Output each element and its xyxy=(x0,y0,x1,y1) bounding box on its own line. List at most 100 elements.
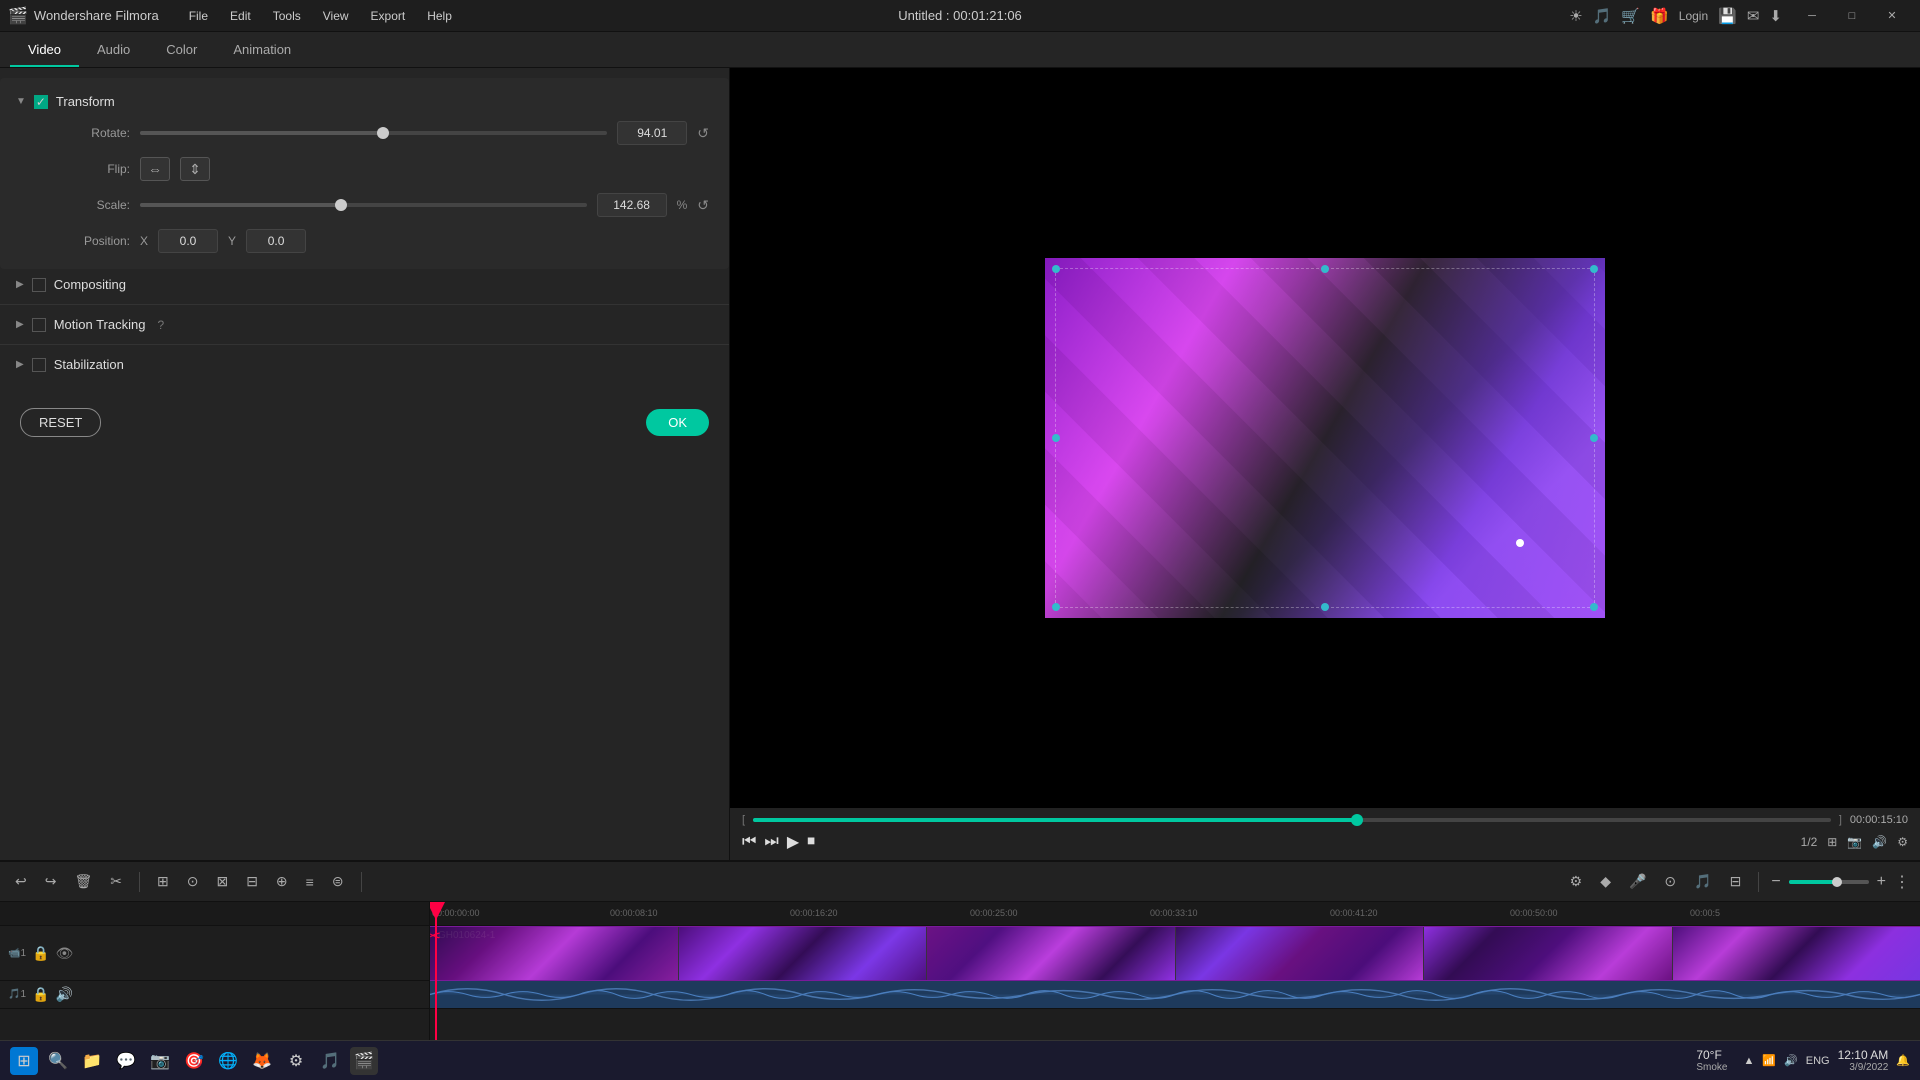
search-button[interactable]: 🔍 xyxy=(44,1047,72,1075)
bracket-left[interactable]: [ xyxy=(742,814,745,826)
speed-button[interactable]: ⊙ xyxy=(182,870,204,893)
file-explorer-button[interactable]: 📁 xyxy=(78,1047,106,1075)
lock-icon[interactable]: 🔒 xyxy=(32,945,49,962)
more-options-icon[interactable]: ⋮ xyxy=(1894,872,1910,892)
delete-button[interactable]: 🗑 xyxy=(69,870,97,893)
flip-vertical-button[interactable]: ⇕ xyxy=(180,157,210,181)
music-icon[interactable]: 🎵 xyxy=(1593,7,1612,25)
save-icon[interactable]: 💾 xyxy=(1718,7,1737,25)
cut-button[interactable]: ✂ xyxy=(105,870,127,893)
camera-button[interactable]: 📷 xyxy=(146,1047,174,1075)
close-button[interactable]: ✕ xyxy=(1872,0,1912,32)
skip-back-button[interactable]: ⏮ xyxy=(742,833,756,851)
effect-button[interactable]: ⊕ xyxy=(271,870,293,893)
media-button[interactable]: 🎵 xyxy=(316,1047,344,1075)
handle-bl[interactable] xyxy=(1052,603,1060,611)
flip-horizontal-button[interactable]: ⇔ xyxy=(140,157,170,181)
progress-bar[interactable] xyxy=(753,818,1831,822)
settings-button[interactable]: ⚙ xyxy=(1565,870,1588,893)
menu-tools[interactable]: Tools xyxy=(263,5,311,27)
zoom-out-icon[interactable]: − xyxy=(1771,873,1780,891)
transform-checkbox[interactable]: ✓ xyxy=(34,95,48,109)
color-button[interactable]: ⊟ xyxy=(241,870,263,893)
network-icon[interactable]: 📶 xyxy=(1762,1054,1776,1067)
settings-icon[interactable]: ⚙ xyxy=(1897,835,1908,849)
scale-value[interactable]: 142.68 xyxy=(597,193,667,217)
crop-button[interactable]: ⊞ xyxy=(152,870,174,893)
step-back-button[interactable]: ⏭ xyxy=(764,833,778,851)
audio-track[interactable] xyxy=(430,981,1920,1009)
redo-button[interactable]: ↪ xyxy=(40,870,62,893)
sun-icon[interactable]: ☀ xyxy=(1569,7,1582,25)
menu-help[interactable]: Help xyxy=(417,5,462,27)
handle-ml[interactable] xyxy=(1052,434,1060,442)
compositing-header[interactable]: ▶ Compositing xyxy=(0,271,729,298)
handle-tl[interactable] xyxy=(1052,265,1060,273)
handle-bm[interactable] xyxy=(1321,603,1329,611)
browser-button[interactable]: 🌐 xyxy=(214,1047,242,1075)
motion-tracking-header[interactable]: ▶ Motion Tracking ? xyxy=(0,311,729,338)
audio-detach-button[interactable]: ⊙ xyxy=(1659,870,1681,893)
handle-tr[interactable] xyxy=(1590,265,1598,273)
quality-indicator[interactable]: 1/2 xyxy=(1801,835,1818,849)
split-button[interactable]: ⊜ xyxy=(327,870,349,893)
tab-animation[interactable]: Animation xyxy=(215,34,309,67)
bracket-right[interactable]: ] xyxy=(1839,814,1842,826)
undo-button[interactable]: ↩ xyxy=(10,870,32,893)
notification-icon[interactable]: 🔔 xyxy=(1896,1054,1910,1067)
download-icon[interactable]: ⬇ xyxy=(1769,7,1782,25)
zoom-in-icon[interactable]: + xyxy=(1877,873,1886,891)
voiceover-button[interactable]: 🎤 xyxy=(1624,870,1651,893)
chevron-up-icon[interactable]: ▲ xyxy=(1743,1055,1754,1067)
pos-y-input[interactable]: 0.0 xyxy=(246,229,306,253)
zoom-slider[interactable] xyxy=(1789,880,1869,884)
menu-export[interactable]: Export xyxy=(361,5,416,27)
split-audio-button[interactable]: 🎵 xyxy=(1689,870,1716,893)
handle-br[interactable] xyxy=(1590,603,1598,611)
volume-taskbar-icon[interactable]: 🔊 xyxy=(1784,1054,1798,1067)
pos-x-input[interactable]: 0.0 xyxy=(158,229,218,253)
scale-slider-thumb[interactable] xyxy=(335,199,347,211)
rotate-reset-icon[interactable]: ↺ xyxy=(697,125,709,142)
ok-button[interactable]: OK xyxy=(646,409,709,436)
filmora-button[interactable]: 🎬 xyxy=(350,1047,378,1075)
tab-audio[interactable]: Audio xyxy=(79,34,148,67)
audio-button[interactable]: ≡ xyxy=(301,871,319,893)
login-btn[interactable]: Login xyxy=(1679,9,1708,23)
rotate-value[interactable]: 94.01 xyxy=(617,121,687,145)
progress-thumb[interactable] xyxy=(1351,814,1363,826)
menu-file[interactable]: File xyxy=(179,5,218,27)
scale-reset-icon[interactable]: ↺ xyxy=(697,197,709,214)
tab-video[interactable]: Video xyxy=(10,34,79,67)
gift-icon[interactable]: 🎁 xyxy=(1650,7,1669,25)
reset-button[interactable]: RESET xyxy=(20,408,101,437)
screenshot-icon[interactable]: 📷 xyxy=(1847,835,1862,849)
eye-icon[interactable]: 👁 xyxy=(55,945,73,962)
edge-button[interactable]: 🦊 xyxy=(248,1047,276,1075)
marker-button[interactable]: ◆ xyxy=(1595,870,1616,893)
start-button[interactable]: ⊞ xyxy=(10,1047,38,1075)
calendar-button[interactable]: 🎯 xyxy=(180,1047,208,1075)
tab-color[interactable]: Color xyxy=(148,34,215,67)
compositing-checkbox[interactable] xyxy=(32,278,46,292)
handle-tm[interactable] xyxy=(1321,265,1329,273)
handle-mr[interactable] xyxy=(1590,434,1598,442)
minimize-button[interactable]: ─ xyxy=(1792,0,1832,32)
transform-button[interactable]: ⊠ xyxy=(211,870,233,893)
anchor-point[interactable] xyxy=(1516,539,1524,547)
menu-edit[interactable]: Edit xyxy=(220,5,261,27)
fullscreen-icon[interactable]: ⊞ xyxy=(1827,835,1837,849)
maximize-button[interactable]: □ xyxy=(1832,0,1872,32)
motion-tracking-help-icon[interactable]: ? xyxy=(157,318,164,332)
motion-tracking-checkbox[interactable] xyxy=(32,318,46,332)
chat-button[interactable]: 💬 xyxy=(112,1047,140,1075)
audio-lock-icon[interactable]: 🔒 xyxy=(32,986,49,1003)
audio-mute-icon[interactable]: 🔊 xyxy=(55,986,72,1003)
stabilization-header[interactable]: ▶ Stabilization xyxy=(0,351,729,378)
shop-icon[interactable]: 🛒 xyxy=(1621,7,1640,25)
settings-taskbar-button[interactable]: ⚙ xyxy=(282,1047,310,1075)
pip-button[interactable]: ⊟ xyxy=(1725,870,1747,893)
volume-icon[interactable]: 🔊 xyxy=(1872,835,1887,849)
mail-icon[interactable]: ✉ xyxy=(1747,7,1760,25)
stop-button[interactable]: ⏹ xyxy=(807,833,815,851)
